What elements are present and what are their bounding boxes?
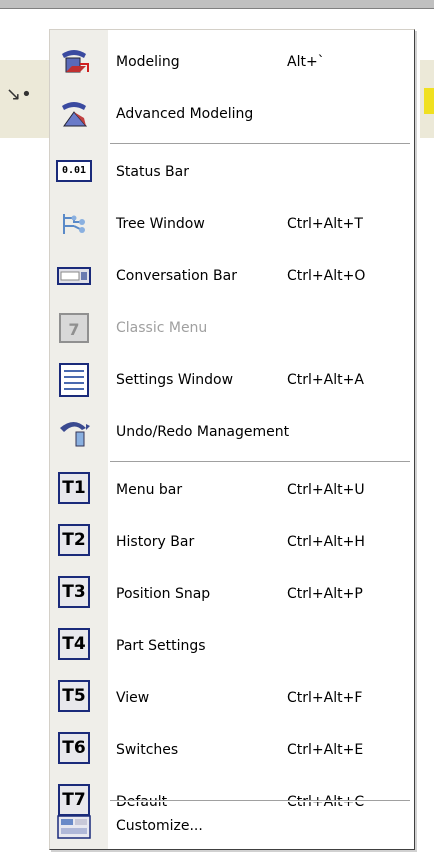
menu-item-label: Part Settings: [116, 638, 206, 654]
menu-item-label: Settings Window: [116, 372, 234, 388]
arrow-tool-icon[interactable]: ↘•: [6, 84, 32, 105]
menu-item-label: Customize...: [116, 818, 203, 834]
menu-item-part-settings[interactable]: T4 Part Settings: [50, 620, 414, 672]
menu-item-shortcut: Alt+`: [287, 54, 325, 70]
menu-item-advanced-modeling[interactable]: Advanced Modeling: [50, 88, 414, 140]
toolbar-t2-icon: T2: [58, 524, 90, 556]
menu-item-label: View: [116, 690, 150, 706]
menu-item-undo-redo-management[interactable]: Undo/Redo Management: [50, 406, 414, 458]
menu-item-customize[interactable]: Customize...: [50, 800, 414, 852]
menu-item-label: Position Snap: [116, 586, 211, 602]
menu-item-status-bar[interactable]: 0.01 Status Bar: [50, 146, 414, 198]
menu-item-label: Undo/Redo Management: [116, 424, 290, 440]
customize-icon: [56, 808, 92, 844]
view-popup-menu: Modeling Alt+` Advanced Modeling 0.01 St…: [49, 29, 415, 850]
menu-item-history-bar[interactable]: T2 History Bar Ctrl+Alt+H: [50, 516, 414, 568]
menu-item-shortcut: Ctrl+Alt+T: [287, 216, 363, 232]
menu-item-position-snap[interactable]: T3 Position Snap Ctrl+Alt+P: [50, 568, 414, 620]
menu-item-label: Conversation Bar: [116, 268, 237, 284]
advanced-modeling-icon: [56, 96, 92, 132]
menu-separator: [110, 461, 410, 463]
svg-text:7: 7: [68, 320, 79, 339]
settings-window-icon: [56, 362, 92, 398]
help-icon[interactable]: [424, 88, 434, 114]
menu-item-label: Classic Menu: [116, 320, 208, 336]
modeling-icon: [56, 44, 92, 80]
classic-menu-icon: 7: [56, 310, 92, 346]
toolbar-t1-icon: T1: [58, 472, 90, 504]
status-bar-icon: 0.01: [56, 154, 92, 190]
status-bar-icon-text: 0.01: [56, 160, 92, 182]
toolbar-t4-icon: T4: [58, 628, 90, 660]
menu-item-shortcut: Ctrl+Alt+P: [287, 586, 363, 602]
menu-item-shortcut: Ctrl+Alt+H: [287, 534, 365, 550]
menu-item-view[interactable]: T5 View Ctrl+Alt+F: [50, 672, 414, 724]
menu-item-label: History Bar: [116, 534, 195, 550]
tree-window-icon: [56, 206, 92, 242]
menu-item-shortcut: Ctrl+Alt+A: [287, 372, 364, 388]
menu-item-shortcut: Ctrl+Alt+O: [287, 268, 366, 284]
menu-item-label: Tree Window: [116, 216, 205, 232]
menu-item-tree-window[interactable]: Tree Window Ctrl+Alt+T: [50, 198, 414, 250]
menu-item-label: Modeling: [116, 54, 180, 70]
toolbar-t3-icon: T3: [58, 576, 90, 608]
menu-item-conversation-bar[interactable]: Conversation Bar Ctrl+Alt+O: [50, 250, 414, 302]
menu-item-menu-bar[interactable]: T1 Menu bar Ctrl+Alt+U: [50, 464, 414, 516]
menu-separator: [110, 143, 410, 145]
menu-item-label: Status Bar: [116, 164, 190, 180]
menu-item-modeling[interactable]: Modeling Alt+`: [50, 36, 414, 88]
menu-item-shortcut: Ctrl+Alt+U: [287, 482, 365, 498]
menu-item-classic-menu: 7 Classic Menu: [50, 302, 414, 354]
conversation-bar-icon: [56, 258, 92, 294]
menu-item-label: Advanced Modeling: [116, 106, 254, 122]
menu-item-settings-window[interactable]: Settings Window Ctrl+Alt+A: [50, 354, 414, 406]
undo-redo-icon: [56, 414, 92, 450]
menu-item-shortcut: Ctrl+Alt+F: [287, 690, 363, 706]
background-title-bar: [0, 0, 434, 9]
menu-item-label: Menu bar: [116, 482, 183, 498]
toolbar-t5-icon: T5: [58, 680, 90, 712]
